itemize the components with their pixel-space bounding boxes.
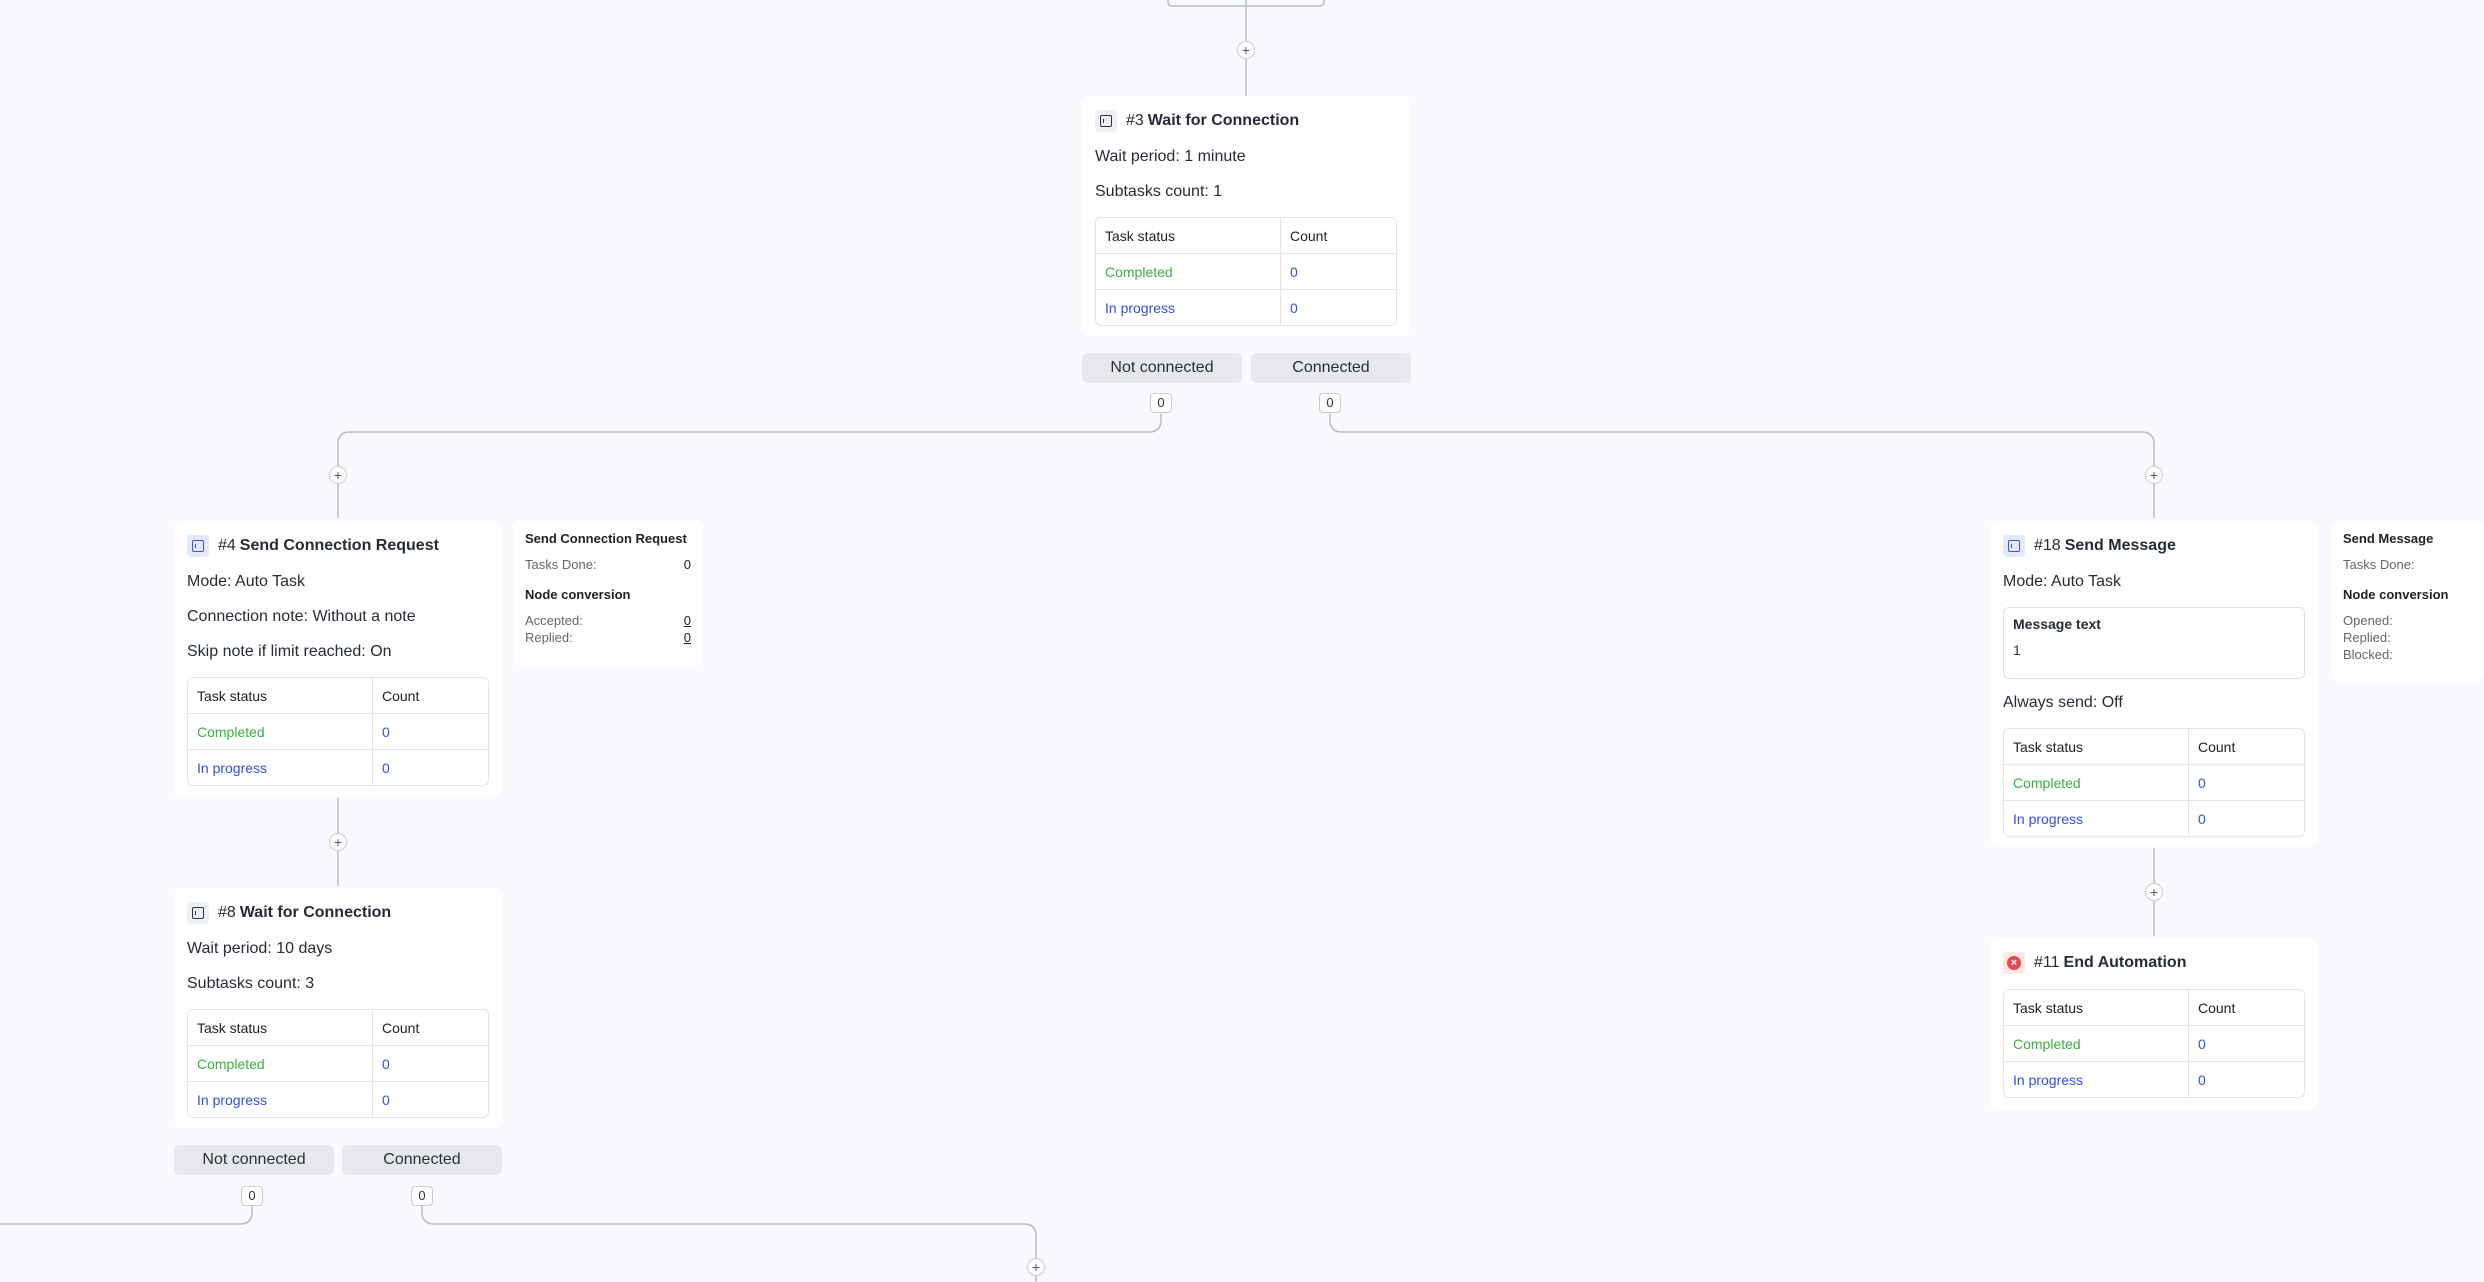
add-step-button[interactable]: + xyxy=(329,466,347,484)
stats-blocked: Blocked: xyxy=(2343,647,2393,662)
replied-link[interactable]: 0 xyxy=(684,629,691,646)
stats-conversion-title: Node conversion xyxy=(525,587,631,602)
node-end-automation-11[interactable]: × #11 End Automation Task status Count Co… xyxy=(1990,938,2318,1110)
status-completed: Completed xyxy=(2004,1025,2189,1061)
count-link[interactable]: 0 xyxy=(1280,253,1396,289)
calendar-icon xyxy=(187,902,209,924)
add-step-button[interactable]: + xyxy=(2145,883,2163,901)
wait-period: Wait period: 10 days xyxy=(187,940,333,957)
node-title: × #11 End Automation xyxy=(2003,952,2305,974)
message-text-box: Message text 1 xyxy=(2003,607,2305,679)
stats-tasks-done: Tasks Done: 0 xyxy=(525,557,691,572)
count-link[interactable]: 0 xyxy=(372,1081,488,1117)
subtasks-count: Subtasks count: 3 xyxy=(187,975,315,992)
wait-period: Wait period: 1 minute xyxy=(1095,148,1246,165)
task-status-table: Task status Count Completed 0 In progress 0 xyxy=(187,1009,489,1118)
node-send-message-18[interactable]: #18 Send Message Mode: Auto Task Message… xyxy=(1990,521,2318,847)
stats-opened: Opened: xyxy=(2343,613,2393,628)
status-completed: Completed xyxy=(2004,764,2189,800)
node-stats-panel: Send Connection Request Tasks Done: 0 Nod… xyxy=(514,521,702,665)
branch-not-connected[interactable]: Not connected xyxy=(174,1145,334,1175)
stats-conversion-title: Node conversion xyxy=(2343,587,2449,602)
stats-tasks-done: Tasks Done: xyxy=(2343,557,2415,572)
count-link[interactable]: 0 xyxy=(2188,1025,2304,1061)
count-link[interactable]: 0 xyxy=(372,713,488,749)
branch-connected[interactable]: Connected xyxy=(1251,353,1411,383)
mode: Mode: Auto Task xyxy=(187,573,305,590)
subtasks-count: Subtasks count: 1 xyxy=(1095,183,1223,200)
branch-count-badge: 0 xyxy=(411,1186,433,1206)
task-status-table: Task status Count Completed 0 In progress 0 xyxy=(2003,728,2305,837)
count-link[interactable]: 0 xyxy=(2188,1061,2304,1097)
status-in-progress: In progress xyxy=(188,749,373,785)
stats-accepted: Accepted: 0 xyxy=(525,612,691,629)
stats-title: Send Message xyxy=(2343,531,2434,546)
always-send: Always send: Off xyxy=(2003,694,2123,711)
node-title: #18 Send Message xyxy=(2003,535,2305,557)
stats-replied: Replied: xyxy=(2343,630,2391,645)
branch-not-connected[interactable]: Not connected xyxy=(1082,353,1242,383)
add-step-button[interactable]: + xyxy=(329,833,347,851)
node-title: #3 Wait for Connection xyxy=(1095,110,1397,132)
status-completed: Completed xyxy=(188,713,373,749)
stats-title: Send Connection Request xyxy=(525,531,687,546)
task-status-table: Task status Count Completed 0 In progress 0 xyxy=(1095,217,1397,326)
add-step-button[interactable]: + xyxy=(1027,1258,1045,1276)
branch-count-badge: 0 xyxy=(1150,393,1172,413)
count-link[interactable]: 0 xyxy=(2188,800,2304,836)
node-stats-panel: Send Message Tasks Done: Node conversion… xyxy=(2332,521,2484,681)
node-title: #8 Wait for Connection xyxy=(187,902,489,924)
branch-count-badge: 0 xyxy=(1319,393,1341,413)
status-in-progress: In progress xyxy=(2004,800,2189,836)
status-completed: Completed xyxy=(1096,253,1281,289)
branch-connected[interactable]: Connected xyxy=(342,1145,502,1175)
stats-replied: Replied: 0 xyxy=(525,629,691,646)
task-status-table: Task status Count Completed 0 In progress 0 xyxy=(2003,989,2305,1098)
task-status-table: Task status Count Completed 0 In progress 0 xyxy=(187,677,489,786)
status-in-progress: In progress xyxy=(188,1081,373,1117)
count-link[interactable]: 0 xyxy=(372,1045,488,1081)
node-send-connection-request-4[interactable]: #4 Send Connection Request Mode: Auto Ta… xyxy=(174,521,502,797)
add-step-button[interactable]: + xyxy=(1237,41,1255,59)
count-link[interactable]: 0 xyxy=(2188,764,2304,800)
count-link[interactable]: 0 xyxy=(372,749,488,785)
node-wait-for-connection-3[interactable]: #3 Wait for Connection Wait period: 1 mi… xyxy=(1082,96,1410,336)
linkedin-icon xyxy=(187,535,209,557)
linkedin-icon xyxy=(2003,535,2025,557)
status-in-progress: In progress xyxy=(2004,1061,2189,1097)
status-completed: Completed xyxy=(188,1045,373,1081)
status-in-progress: In progress xyxy=(1096,289,1281,325)
skip-note: Skip note if limit reached: On xyxy=(187,643,392,660)
node-wait-for-connection-8[interactable]: #8 Wait for Connection Wait period: 10 d… xyxy=(174,888,502,1128)
connection-note: Connection note: Without a note xyxy=(187,608,416,625)
mode: Mode: Auto Task xyxy=(2003,573,2121,590)
branch-count-badge: 0 xyxy=(241,1186,263,1206)
calendar-icon xyxy=(1095,110,1117,132)
node-title: #4 Send Connection Request xyxy=(187,535,489,557)
accepted-link[interactable]: 0 xyxy=(684,612,691,629)
count-link[interactable]: 0 xyxy=(1280,289,1396,325)
add-step-button[interactable]: + xyxy=(2145,466,2163,484)
close-circle-icon: × xyxy=(2003,952,2025,974)
